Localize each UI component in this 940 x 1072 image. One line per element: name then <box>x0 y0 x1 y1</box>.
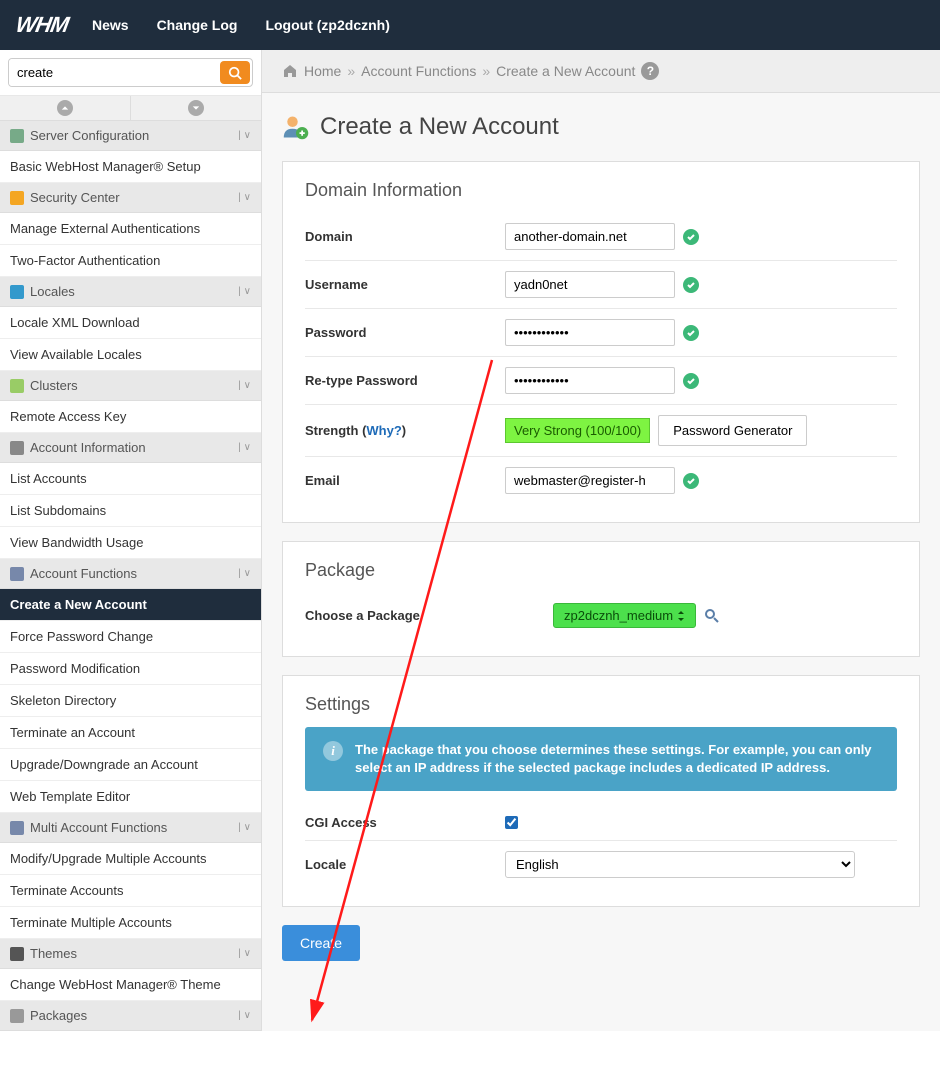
nav-item-remote-access-key[interactable]: Remote Access Key <box>0 401 261 433</box>
locale-label: Locale <box>305 857 505 872</box>
nav-item-terminate-multiple-accounts[interactable]: Terminate Multiple Accounts <box>0 907 261 939</box>
create-account-icon <box>282 113 310 141</box>
strength-label: Strength (Why?) <box>305 423 505 438</box>
search-button[interactable] <box>220 61 250 84</box>
search-input[interactable] <box>9 59 218 86</box>
nav-list: Server Configuration| ∨Basic WebHost Man… <box>0 121 261 1031</box>
nav-collapse-down[interactable] <box>131 96 261 120</box>
sidebar: Server Configuration| ∨Basic WebHost Man… <box>0 50 262 1031</box>
nav-group-packages[interactable]: Packages| ∨ <box>0 1001 261 1031</box>
check-icon <box>683 277 699 293</box>
check-icon <box>683 473 699 489</box>
check-icon <box>683 373 699 389</box>
nav-item-basic-webhost-manager-setup[interactable]: Basic WebHost Manager® Setup <box>0 151 261 183</box>
package-title: Package <box>305 560 897 581</box>
nav-item-list-accounts[interactable]: List Accounts <box>0 463 261 495</box>
cgi-label: CGI Access <box>305 815 505 830</box>
nav-item-upgrade-downgrade-an-account[interactable]: Upgrade/Downgrade an Account <box>0 749 261 781</box>
help-icon[interactable]: ? <box>641 62 659 80</box>
create-button[interactable]: Create <box>282 925 360 961</box>
username-label: Username <box>305 277 505 292</box>
info-box: i The package that you choose determines… <box>305 727 897 791</box>
search-icon <box>228 66 242 80</box>
domain-input[interactable] <box>505 223 675 250</box>
package-select[interactable]: zp2dcznh_medium <box>553 603 696 628</box>
nav-item-view-bandwidth-usage[interactable]: View Bandwidth Usage <box>0 527 261 559</box>
nav-group-clusters[interactable]: Clusters| ∨ <box>0 371 261 401</box>
why-link[interactable]: Why? <box>366 423 401 438</box>
nav-collapse-up[interactable] <box>0 96 131 120</box>
password-label: Password <box>305 325 505 340</box>
magnify-icon[interactable] <box>704 608 720 624</box>
page-title: Create a New Account <box>320 113 559 141</box>
chevron-down-icon <box>192 104 200 112</box>
nav-group-security-center[interactable]: Security Center| ∨ <box>0 183 261 213</box>
nav-item-terminate-an-account[interactable]: Terminate an Account <box>0 717 261 749</box>
domain-info-title: Domain Information <box>305 180 897 201</box>
breadcrumb: Home » Account Functions » Create a New … <box>262 50 940 93</box>
domain-label: Domain <box>305 229 505 244</box>
nav-news[interactable]: News <box>92 17 129 33</box>
nav-item-create-a-new-account[interactable]: Create a New Account <box>0 589 261 621</box>
select-arrows-icon <box>677 610 685 622</box>
check-icon <box>683 229 699 245</box>
breadcrumb-sep: » <box>482 63 490 79</box>
nav-group-account-information[interactable]: Account Information| ∨ <box>0 433 261 463</box>
nav-item-terminate-accounts[interactable]: Terminate Accounts <box>0 875 261 907</box>
nav-item-skeleton-directory[interactable]: Skeleton Directory <box>0 685 261 717</box>
domain-info-panel: Domain Information Domain Username <box>282 161 920 523</box>
breadcrumb-current: Create a New Account <box>496 63 635 79</box>
password-generator-button[interactable]: Password Generator <box>658 415 807 446</box>
chevron-up-icon <box>61 104 69 112</box>
repassword-label: Re-type Password <box>305 373 505 388</box>
settings-title: Settings <box>305 694 897 715</box>
nav-group-account-functions[interactable]: Account Functions| ∨ <box>0 559 261 589</box>
nav-group-themes[interactable]: Themes| ∨ <box>0 939 261 969</box>
check-icon <box>683 325 699 341</box>
breadcrumb-home[interactable]: Home <box>304 63 341 79</box>
breadcrumb-section[interactable]: Account Functions <box>361 63 476 79</box>
page-title-row: Create a New Account <box>282 113 920 141</box>
nav-item-locale-xml-download[interactable]: Locale XML Download <box>0 307 261 339</box>
nav-item-force-password-change[interactable]: Force Password Change <box>0 621 261 653</box>
nav-item-manage-external-authentications[interactable]: Manage External Authentications <box>0 213 261 245</box>
search-bar <box>0 50 261 96</box>
nav-item-modify-upgrade-multiple-accounts[interactable]: Modify/Upgrade Multiple Accounts <box>0 843 261 875</box>
nav-item-web-template-editor[interactable]: Web Template Editor <box>0 781 261 813</box>
repassword-input[interactable] <box>505 367 675 394</box>
whm-logo: WHM <box>16 12 68 38</box>
info-text: The package that you choose determines t… <box>355 741 879 777</box>
nav-logout[interactable]: Logout (zp2dcznh) <box>265 17 389 33</box>
username-input[interactable] <box>505 271 675 298</box>
nav-item-change-webhost-manager-theme[interactable]: Change WebHost Manager® Theme <box>0 969 261 1001</box>
nav-group-multi-account-functions[interactable]: Multi Account Functions| ∨ <box>0 813 261 843</box>
nav-group-server-configuration[interactable]: Server Configuration| ∨ <box>0 121 261 151</box>
locale-select[interactable]: English <box>505 851 855 878</box>
info-icon: i <box>323 741 343 761</box>
nav-changelog[interactable]: Change Log <box>157 17 238 33</box>
package-panel: Package Choose a Package zp2dcznh_medium <box>282 541 920 657</box>
email-input[interactable] <box>505 467 675 494</box>
main-content: Home » Account Functions » Create a New … <box>262 50 940 1031</box>
nav-item-two-factor-authentication[interactable]: Two-Factor Authentication <box>0 245 261 277</box>
password-input[interactable] <box>505 319 675 346</box>
nav-group-locales[interactable]: Locales| ∨ <box>0 277 261 307</box>
nav-item-list-subdomains[interactable]: List Subdomains <box>0 495 261 527</box>
email-label: Email <box>305 473 505 488</box>
nav-arrows <box>0 96 261 121</box>
nav-item-password-modification[interactable]: Password Modification <box>0 653 261 685</box>
strength-badge: Very Strong (100/100) <box>505 418 650 443</box>
home-icon <box>282 63 298 79</box>
cgi-checkbox[interactable] <box>505 816 518 829</box>
breadcrumb-sep: » <box>347 63 355 79</box>
nav-item-view-available-locales[interactable]: View Available Locales <box>0 339 261 371</box>
top-navbar: WHM News Change Log Logout (zp2dcznh) <box>0 0 940 50</box>
choose-package-label: Choose a Package <box>305 608 505 623</box>
settings-panel: Settings i The package that you choose d… <box>282 675 920 907</box>
